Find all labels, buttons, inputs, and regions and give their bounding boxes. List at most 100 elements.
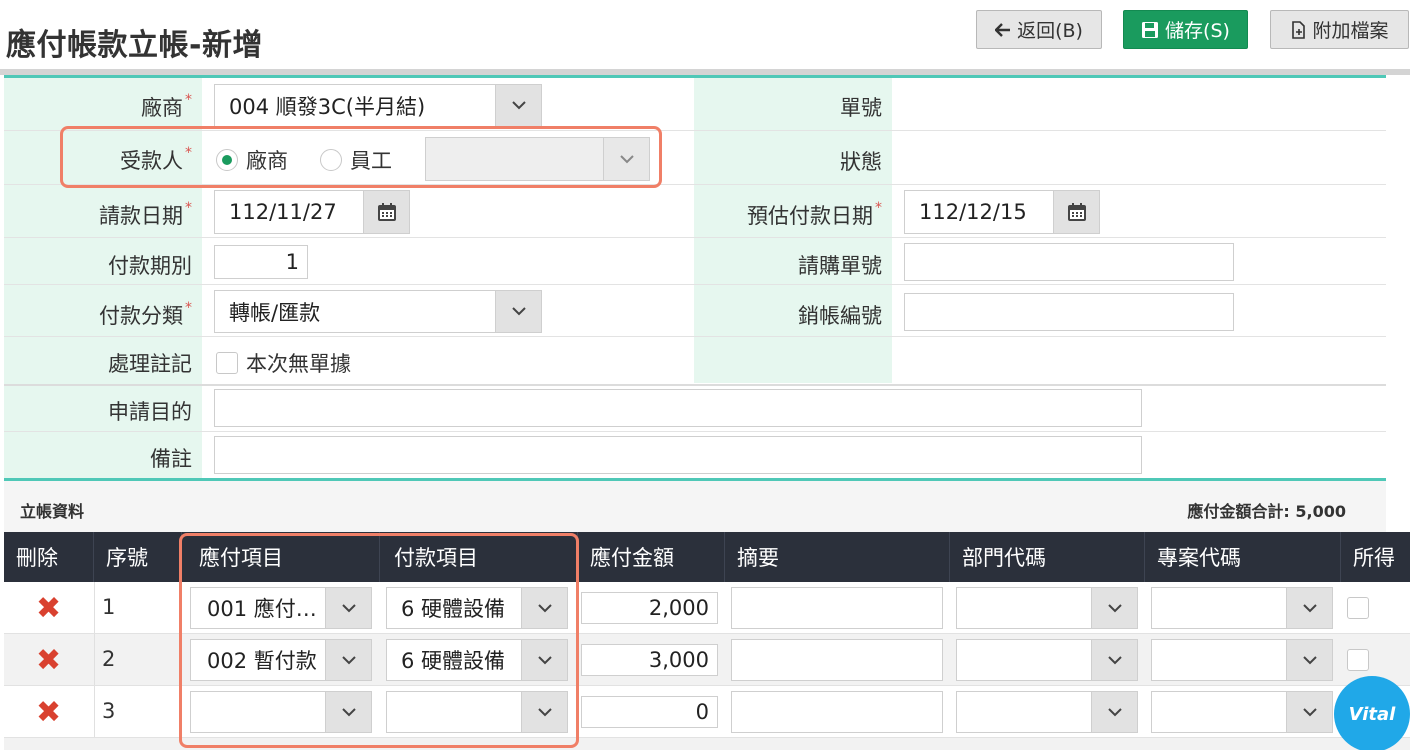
payee-label: 受款人 * — [120, 145, 192, 173]
page: 應付帳款立帳-新增 返回(B) 儲存(S) 附加檔案 廠商 * 004 順發3C… — [0, 0, 1410, 750]
remark-label: 備註 — [150, 447, 192, 471]
row-divider — [4, 284, 1386, 285]
row-divider — [4, 336, 1386, 337]
back-button[interactable]: 返回(B) — [976, 10, 1102, 49]
employee-select[interactable] — [425, 137, 650, 181]
payable-item-select[interactable]: 002 暫付款 — [190, 639, 372, 681]
table-row: ✖ 2 002 暫付款 6 硬體設備 3,000 — [4, 634, 1410, 686]
payment-item-select[interactable]: 6 硬體設備 — [386, 639, 568, 681]
chevron-down-icon[interactable] — [495, 291, 541, 332]
payable-item-select[interactable]: 001 應付… — [190, 587, 372, 629]
purchase-no-label: 請購單號 — [798, 254, 882, 278]
dept-code-select[interactable] — [956, 587, 1138, 629]
chevron-down-icon[interactable] — [521, 640, 567, 680]
chevron-down-icon[interactable] — [521, 588, 567, 628]
period-label: 付款期別 — [108, 254, 192, 278]
save-button[interactable]: 儲存(S) — [1123, 10, 1248, 49]
delete-x-icon[interactable]: ✖ — [36, 646, 61, 676]
col-header-dept-code: 部門代碼 — [950, 532, 1145, 582]
period-input[interactable]: 1 — [214, 245, 308, 279]
project-code-select[interactable] — [1151, 639, 1333, 681]
chevron-down-icon[interactable] — [1091, 692, 1137, 732]
attach-file-label: 附加檔案 — [1312, 20, 1389, 42]
request-date-input[interactable]: 112/11/27 — [214, 190, 410, 234]
chevron-down-icon[interactable] — [325, 692, 371, 732]
payment-item-select[interactable]: 6 硬體設備 — [386, 587, 568, 629]
dept-code-select[interactable] — [956, 639, 1138, 681]
payee-radio-vendor[interactable]: 廠商 — [216, 145, 288, 175]
chevron-down-icon[interactable] — [1286, 588, 1332, 628]
radio-selected-icon — [216, 149, 238, 171]
doc-no-label: 單號 — [840, 96, 882, 120]
request-date-label: 請款日期 * — [99, 200, 192, 228]
table-row — [4, 738, 1410, 750]
remark-input[interactable] — [214, 436, 1142, 474]
row-seq: 2 — [102, 647, 116, 671]
vendor-label: 廠商 * — [141, 92, 192, 120]
purchase-no-input[interactable] — [904, 243, 1234, 281]
chevron-down-icon[interactable] — [325, 640, 371, 680]
attach-file-icon — [1290, 20, 1306, 39]
chevron-down-icon[interactable] — [495, 85, 541, 126]
calendar-icon[interactable] — [1053, 191, 1099, 233]
est-pay-date-input[interactable]: 112/12/15 — [904, 190, 1100, 234]
row-divider — [4, 431, 1386, 432]
chevron-down-icon[interactable] — [325, 588, 371, 628]
col-header-project-code: 專案代碼 — [1145, 532, 1341, 582]
payee-radio-employee[interactable]: 員工 — [320, 145, 392, 175]
row-divider — [4, 130, 1386, 131]
payment-item-select[interactable] — [386, 691, 568, 733]
writeoff-no-input[interactable] — [904, 293, 1234, 331]
table-row: ✖ 3 0 — [4, 686, 1410, 738]
col-header-seq: 序號 — [94, 532, 182, 582]
right-label-column — [694, 78, 892, 383]
vendor-value: 004 順發3C(半月結) — [229, 94, 426, 119]
vendor-select[interactable]: 004 順發3C(半月結) — [214, 84, 542, 127]
detail-section-header: 立帳資料 應付金額合計: 5,000 — [4, 478, 1386, 532]
note-label: 處理註記 — [108, 352, 192, 376]
summary-input[interactable] — [731, 587, 943, 629]
est-pay-date-label: 預估付款日期 * — [747, 200, 882, 228]
income-checkbox[interactable] — [1347, 597, 1369, 619]
detail-section-title: 立帳資料 — [20, 502, 85, 521]
project-code-select[interactable] — [1151, 691, 1333, 733]
no-receipt-checkbox[interactable]: 本次無單據 — [216, 348, 351, 378]
delete-x-icon[interactable]: ✖ — [36, 594, 61, 624]
row-divider — [4, 237, 1386, 238]
pay-type-select[interactable]: 轉帳/匯款 — [214, 290, 542, 333]
delete-x-icon[interactable]: ✖ — [36, 698, 61, 728]
back-button-label: 返回(B) — [1017, 20, 1083, 42]
purpose-label: 申請目的 — [108, 400, 192, 424]
col-header-amount: 應付金額 — [578, 532, 725, 582]
summary-input[interactable] — [731, 691, 943, 733]
vital-logo-badge[interactable]: Vital — [1334, 676, 1410, 750]
form-panel: 廠商 * 004 順發3C(半月結) 單號 受款人 * 廠商 員工 狀態 請款日期 *… — [4, 75, 1386, 480]
calendar-icon[interactable] — [363, 191, 409, 233]
col-header-income: 所得 — [1353, 546, 1395, 570]
chevron-down-icon[interactable] — [1286, 692, 1332, 732]
dept-code-select[interactable] — [956, 691, 1138, 733]
chevron-down-icon[interactable] — [1091, 588, 1137, 628]
col-header-summary: 摘要 — [725, 532, 950, 582]
project-code-select[interactable] — [1151, 587, 1333, 629]
row-seq: 3 — [102, 699, 116, 723]
amount-input[interactable]: 3,000 — [581, 644, 718, 676]
detail-grid-header: 刪除 序號 應付項目 付款項目 應付金額 摘要 部門代碼 專案代碼 所得 — [4, 532, 1410, 582]
chevron-down-icon[interactable] — [603, 138, 649, 180]
payable-total: 應付金額合計: 5,000 — [1187, 502, 1346, 521]
save-button-label: 儲存(S) — [1165, 20, 1230, 42]
chevron-down-icon[interactable] — [521, 692, 567, 732]
col-header-delete: 刪除 — [4, 532, 94, 582]
summary-input[interactable] — [731, 639, 943, 681]
payable-item-select[interactable] — [190, 691, 372, 733]
table-row: ✖ 1 001 應付… 6 硬體設備 2,000 — [4, 582, 1410, 634]
attach-file-button[interactable]: 附加檔案 — [1270, 10, 1409, 49]
chevron-down-icon[interactable] — [1286, 640, 1332, 680]
chevron-down-icon[interactable] — [1091, 640, 1137, 680]
income-checkbox[interactable] — [1347, 649, 1369, 671]
amount-input[interactable]: 2,000 — [581, 592, 718, 624]
writeoff-no-label: 銷帳編號 — [798, 304, 882, 328]
page-title: 應付帳款立帳-新增 — [6, 28, 263, 63]
purpose-input[interactable] — [214, 389, 1142, 427]
amount-input[interactable]: 0 — [581, 696, 718, 728]
